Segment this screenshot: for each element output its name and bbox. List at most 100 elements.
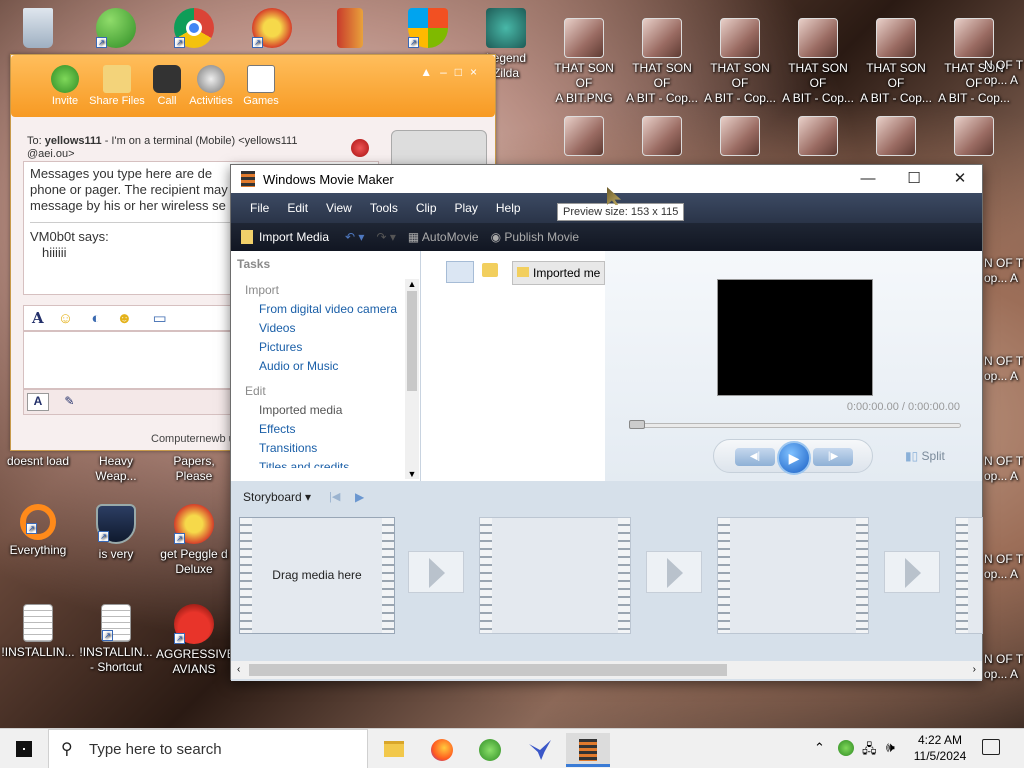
scroll-up-icon[interactable]: ▲ xyxy=(405,279,419,289)
desktop-icon-aggressive-avians[interactable]: ↗ AGGRESSIVE AVIANS xyxy=(156,604,235,677)
desktop-icon-edge[interactable]: N OF T op... A xyxy=(984,552,1024,582)
block-icon[interactable] xyxy=(351,139,369,157)
desktop-icon-heavy-weapon[interactable]: Heavy Weap... xyxy=(78,454,154,484)
imported-media-dropdown[interactable]: Imported me xyxy=(512,261,605,285)
task-titles-credits[interactable]: Titles and credits xyxy=(231,458,420,468)
desktop-icon-thatson-row2[interactable] xyxy=(546,116,622,159)
desktop-icon-is-very[interactable]: ↗ is very xyxy=(78,504,154,562)
desktop-icon-thatson-png[interactable]: THAT SON OF A BIT.PNG xyxy=(546,18,622,106)
desktop-icon-installing[interactable]: !INSTALLIN... xyxy=(0,604,76,660)
font-icon[interactable]: A xyxy=(32,309,44,327)
transition-slot[interactable] xyxy=(408,551,464,593)
automovie-button[interactable]: ▦ AutoMovie xyxy=(402,230,485,244)
wink-icon[interactable]: ☻ xyxy=(117,310,133,327)
desktop-icon-messenger[interactable]: ↗ xyxy=(78,8,154,51)
desktop-icon-thatson-row2[interactable] xyxy=(858,116,934,159)
storyboard-slot[interactable] xyxy=(717,517,869,634)
task-effects[interactable]: Effects xyxy=(231,420,420,439)
show-hidden-icons[interactable]: ⌃ xyxy=(814,740,825,756)
desktop-icon-thatson-copy[interactable]: THAT SON OF A BIT - Cop... xyxy=(780,18,856,106)
activities-button[interactable]: Activities xyxy=(183,65,239,107)
maximize-button[interactable]: ☐ xyxy=(891,165,937,193)
desktop-icon-shield[interactable]: ↗ xyxy=(390,8,466,51)
transition-slot[interactable] xyxy=(646,551,702,593)
desktop-icon-thatson-row2[interactable] xyxy=(936,116,1012,159)
close-button[interactable]: ✕ xyxy=(937,165,983,193)
menu-clip[interactable]: Clip xyxy=(407,201,446,215)
storyboard-slot[interactable] xyxy=(479,517,631,634)
desktop-icon-edge[interactable]: N OF T op... A xyxy=(984,58,1024,88)
scroll-down-icon[interactable]: ▼ xyxy=(405,469,419,479)
firefox-taskbar-button[interactable] xyxy=(420,733,464,767)
menu-play[interactable]: Play xyxy=(446,201,487,215)
next-frame-button[interactable]: |▶ xyxy=(813,448,853,466)
desktop-icon-recycle-bin[interactable] xyxy=(0,8,76,51)
menu-help[interactable]: Help xyxy=(487,201,530,215)
desktop-icon-thatson-copy[interactable]: THAT SON OF A BIT - Cop... xyxy=(858,18,934,106)
task-videos[interactable]: Videos xyxy=(231,319,420,338)
undo-button[interactable]: ↶ ▾ xyxy=(339,230,370,244)
seek-handle[interactable] xyxy=(629,420,645,429)
text-mode-icon[interactable]: A xyxy=(27,393,49,411)
desktop-icon-thatson-row2[interactable] xyxy=(624,116,700,159)
game-taskbar-button[interactable] xyxy=(518,733,562,767)
task-transitions[interactable]: Transitions xyxy=(231,439,420,458)
desktop-icon-thatson-copy[interactable]: THAT SON OF A BIT - Cop... xyxy=(702,18,778,106)
movie-maker-taskbar-button[interactable] xyxy=(566,733,610,767)
redo-button[interactable]: ↷ ▾ xyxy=(370,230,401,244)
menu-file[interactable]: File xyxy=(241,201,278,215)
desktop-icon-thatson-copy[interactable]: THAT SON OF A BIT - Cop... xyxy=(624,18,700,106)
tasks-view-button[interactable] xyxy=(446,261,474,283)
task-pictures[interactable]: Pictures xyxy=(231,338,420,357)
clock[interactable]: 4:22 AM 11/5/2024 xyxy=(910,732,970,764)
tasks-scrollbar[interactable]: ▲ ▼ xyxy=(405,279,419,479)
games-button[interactable]: Games xyxy=(233,65,289,107)
task-audio-music[interactable]: Audio or Music xyxy=(231,357,420,376)
movie-maker-window[interactable]: Windows Movie Maker — ☐ ✕ File Edit View… xyxy=(230,164,983,681)
collections-view-icon[interactable] xyxy=(482,263,498,277)
desktop-icon-everything[interactable]: ↗ Everything xyxy=(0,504,76,558)
desktop-icon-thatson-row2[interactable] xyxy=(702,116,778,159)
menu-tools[interactable]: Tools xyxy=(361,201,407,215)
desktop-icon-installing-shortcut[interactable]: ↗ !INSTALLIN... - Shortcut xyxy=(78,604,154,675)
storyboard-slot[interactable] xyxy=(955,517,983,634)
background-icon[interactable]: ▭ xyxy=(153,310,167,327)
desktop-icon-peggle[interactable]: ↗ xyxy=(234,8,310,51)
desktop-icon-thatson-row2[interactable] xyxy=(780,116,856,159)
task-imported-media[interactable]: Imported media xyxy=(231,401,420,420)
desktop-icon-edge[interactable]: N OF T op... A xyxy=(984,454,1024,484)
task-from-camera[interactable]: From digital video camera xyxy=(231,300,420,319)
scroll-thumb[interactable] xyxy=(407,291,417,391)
split-button[interactable]: ▮▯ Split xyxy=(905,449,945,463)
storyboard-toggle[interactable]: Storyboard ▾ xyxy=(243,490,311,504)
scroll-thumb[interactable] xyxy=(249,664,727,676)
desktop-icon-peggle-deluxe[interactable]: ↗ get Peggle d Deluxe xyxy=(156,504,232,577)
publish-movie-button[interactable]: ◉ Publish Movie xyxy=(485,230,586,244)
messenger-tray-icon[interactable] xyxy=(838,740,854,756)
storyboard-slot[interactable]: Drag media here xyxy=(239,517,395,634)
notification-icon[interactable] xyxy=(982,739,1000,755)
import-media-button[interactable]: Import Media xyxy=(231,230,339,244)
menu-view[interactable]: View xyxy=(317,201,361,215)
scroll-left-icon[interactable]: ‹ xyxy=(231,664,240,675)
volume-icon[interactable]: 🕪 xyxy=(886,739,895,756)
menu-edit[interactable]: Edit xyxy=(278,201,317,215)
desktop-icon-doesnt-load[interactable]: doesnt load xyxy=(0,454,76,469)
minimize-button[interactable]: — xyxy=(845,165,891,193)
share-files-button[interactable]: Share Files xyxy=(89,65,145,107)
horizontal-scrollbar[interactable]: ‹ › xyxy=(231,661,982,679)
desktop-icon-chrome[interactable]: ↗ xyxy=(156,8,232,51)
desktop-icon-edge[interactable]: N OF T op... A xyxy=(984,652,1024,682)
emoticon-icon[interactable]: ☺ xyxy=(58,310,73,327)
play-storyboard-icon[interactable]: ▶ xyxy=(355,490,364,504)
handwriting-icon[interactable]: ✎ xyxy=(58,394,80,412)
rewind-storyboard-icon[interactable]: |◀ xyxy=(329,490,340,503)
start-button[interactable] xyxy=(0,729,48,768)
messenger-taskbar-button[interactable] xyxy=(468,733,512,767)
network-icon[interactable]: 🖧 xyxy=(862,740,877,762)
desktop-icon-edge[interactable]: N OF T op... A xyxy=(984,256,1024,286)
seek-bar[interactable] xyxy=(629,423,961,428)
play-button[interactable]: ▶ xyxy=(777,441,811,475)
desktop-icon-edge[interactable]: N OF T op... A xyxy=(984,354,1024,384)
previous-frame-button[interactable]: ◀| xyxy=(735,448,775,466)
